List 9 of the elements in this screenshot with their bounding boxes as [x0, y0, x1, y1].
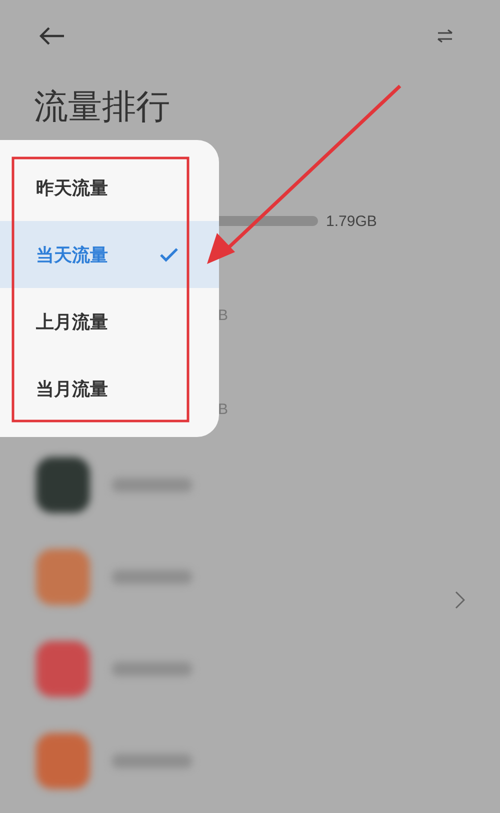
menu-item[interactable]: 当月流量 [0, 355, 219, 422]
usage-text: 1.79GB [326, 212, 377, 230]
menu-item[interactable]: 昨天流量 [0, 154, 219, 221]
checkmark-icon [159, 246, 179, 262]
menu-item[interactable]: 上月流量 [0, 288, 219, 355]
page-title: 流量排行 [34, 86, 171, 129]
back-arrow-icon[interactable] [38, 26, 66, 46]
chevron-right-icon[interactable] [455, 591, 465, 609]
swap-icon[interactable] [437, 29, 453, 43]
